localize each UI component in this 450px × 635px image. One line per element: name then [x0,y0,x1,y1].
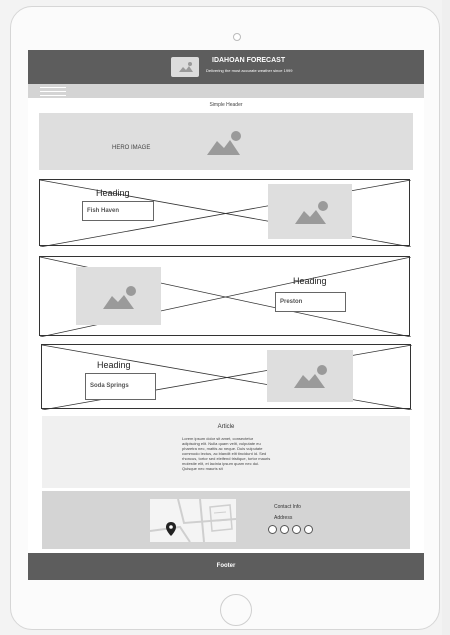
navigation-bar [28,84,424,98]
location-section-3: Heading Soda Springs [41,344,412,410]
site-title: IDAHOAN FORECAST [212,57,286,64]
background-strip [442,0,450,635]
contact-address: Address [274,515,293,521]
location-name-box: Soda Springs [85,373,156,400]
location-name-box: Fish Haven [82,201,154,221]
tablet-home-button[interactable] [220,594,252,626]
contact-info-label: Contact Info [274,504,301,510]
section-image [267,350,353,402]
hero-image: HERO IMAGE [39,113,413,170]
hero-image-icon [207,131,241,155]
social-icon[interactable] [304,525,313,534]
hero-label: HERO IMAGE [112,145,151,151]
section-heading: Heading [96,188,130,198]
wireframe-screen: IDAHOAN FORECAST Delivering the most acc… [28,50,424,580]
footer-label: Footer [216,563,236,569]
article-section: Article Lorem ipsum dolor sit amet, cons… [42,416,410,488]
site-tagline: Delivering the most accurate weather sin… [206,68,293,73]
footer: Footer [28,553,424,580]
article-body: Lorem ipsum dolor sit amet, consectetur … [182,436,271,471]
map[interactable] [149,498,237,543]
section-image [76,267,161,325]
location-section-2: Heading Preston [39,256,411,337]
social-icon[interactable] [268,525,277,534]
contact-section: Contact Info Address [42,491,410,549]
article-title: Article [217,424,235,430]
social-icon[interactable] [280,525,289,534]
section-image [268,184,352,239]
location-name-box: Preston [275,292,346,312]
section-heading: Heading [97,360,131,370]
logo-image-icon[interactable] [171,57,199,77]
map-streets [149,498,237,543]
simple-header: Simple Header [209,102,243,108]
hamburger-menu-icon[interactable] [40,87,66,96]
image-icon [295,201,328,224]
location-section-1: Heading Fish Haven [39,179,411,247]
social-icon[interactable] [292,525,301,534]
section-heading: Heading [293,276,327,286]
site-header: IDAHOAN FORECAST Delivering the most acc… [28,50,424,84]
map-pin-icon [166,522,176,536]
tablet-camera [233,33,241,41]
image-icon [103,286,136,309]
image-icon [294,365,327,388]
